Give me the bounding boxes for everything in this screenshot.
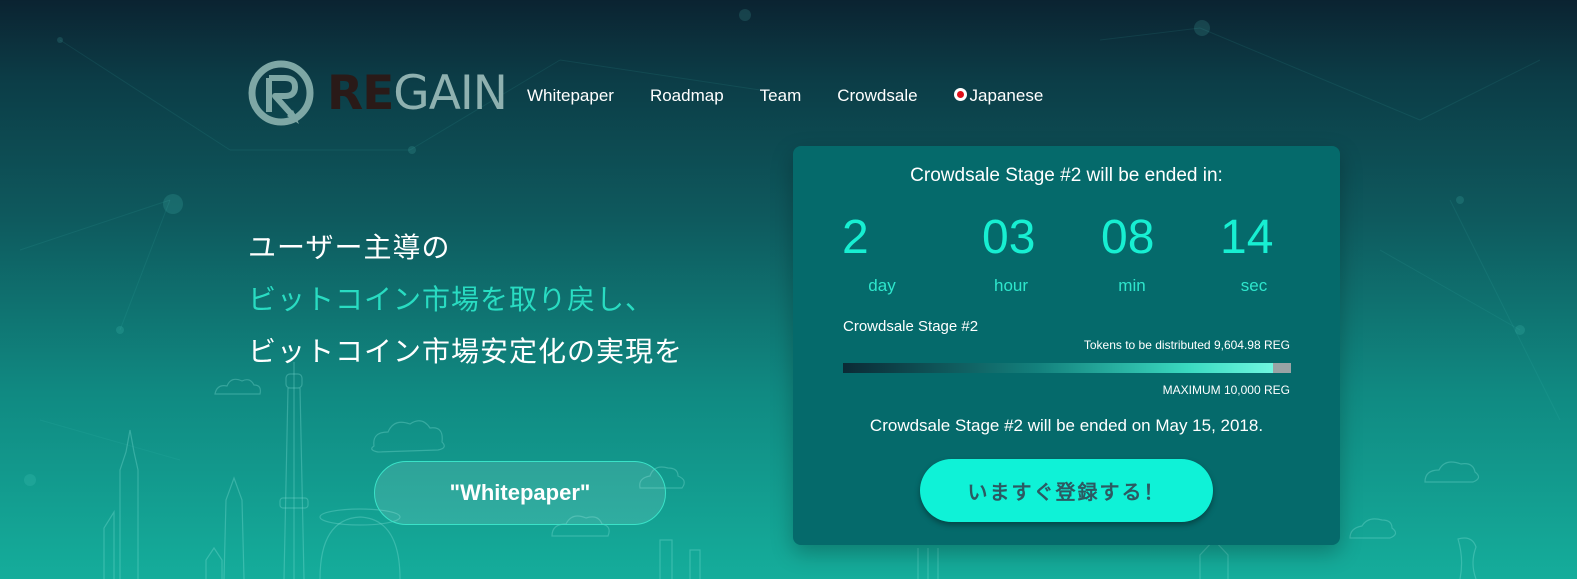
countdown-days: 2 bbox=[842, 211, 869, 264]
hero-line-3: ビットコイン市場安定化の実現を bbox=[248, 335, 684, 368]
japan-flag-icon bbox=[953, 87, 967, 101]
nav-item-roadmap[interactable]: Roadmap bbox=[650, 86, 724, 106]
nav-item-whitepaper[interactable]: Whitepaper bbox=[527, 86, 614, 106]
register-now-button[interactable]: いますぐ登録する！ bbox=[920, 459, 1213, 522]
language-label: Japanese bbox=[969, 86, 1044, 105]
countdown-hours-unit: hour bbox=[993, 276, 1029, 295]
logo-gain: GAIN bbox=[393, 66, 508, 121]
stage-end-date: Crowdsale Stage #2 will be ended on May … bbox=[869, 416, 1264, 435]
hero-line-2: ビットコイン市場を取り戻し、 bbox=[248, 283, 655, 316]
regain-logo[interactable]: REGAIN bbox=[247, 58, 508, 130]
stage-label: Crowdsale Stage #2 bbox=[843, 318, 979, 335]
hero-tagline: ユーザー主導の ビットコイン市場を取り戻し、 ビットコイン市場安定化の実現を bbox=[248, 222, 768, 378]
token-progress-fill bbox=[843, 363, 1274, 373]
main-nav: Whitepaper Roadmap Team Crowdsale Japane… bbox=[527, 85, 1043, 107]
countdown-days-unit: day bbox=[868, 276, 896, 295]
token-progress-bar bbox=[843, 363, 1291, 373]
maximum-label: MAXIMUM 10,000 REG bbox=[1162, 383, 1290, 397]
nav-item-team[interactable]: Team bbox=[760, 86, 802, 106]
tokens-distributed-label: Tokens to be distributed 9,604.98 REG bbox=[1084, 338, 1290, 352]
regain-logo-mark-icon bbox=[248, 60, 314, 126]
countdown-minutes-unit: min bbox=[1118, 276, 1146, 295]
countdown-minutes: 08 bbox=[1101, 211, 1155, 264]
nav-item-crowdsale[interactable]: Crowdsale bbox=[837, 86, 917, 106]
countdown-seconds: 14 bbox=[1220, 211, 1274, 264]
countdown-seconds-unit: sec bbox=[1240, 276, 1268, 295]
hero-line-1: ユーザー主導の bbox=[248, 231, 451, 264]
countdown-title: Crowdsale Stage #2 will be ended in: bbox=[910, 165, 1223, 186]
logo-wordmark: REGAIN bbox=[327, 66, 508, 122]
tokens-value: 9,604.98 REG bbox=[1213, 338, 1290, 352]
tokens-prefix: Tokens to be distributed bbox=[1083, 338, 1211, 352]
language-selector[interactable]: Japanese bbox=[953, 86, 1044, 106]
logo-re: RE bbox=[327, 66, 394, 121]
countdown-hours: 03 bbox=[982, 211, 1036, 264]
whitepaper-button[interactable]: "Whitepaper" bbox=[374, 461, 666, 525]
